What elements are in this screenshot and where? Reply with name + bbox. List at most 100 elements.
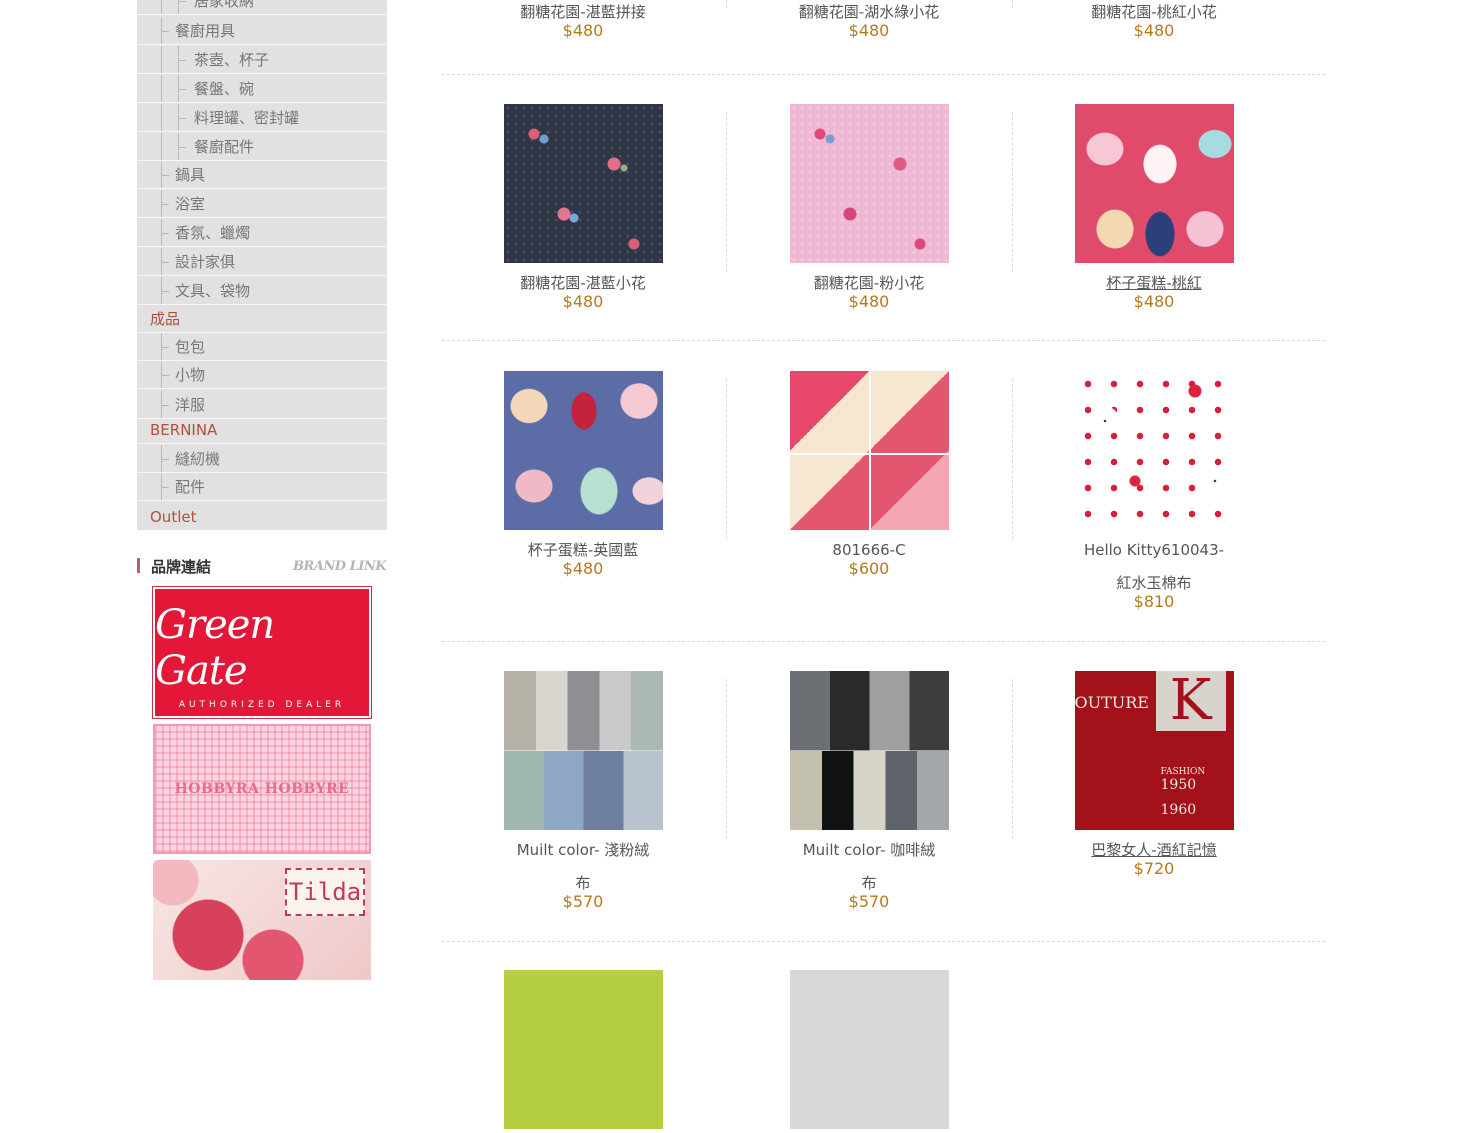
- tilda-logo: Tilda: [285, 868, 365, 916]
- category-item-home-storage[interactable]: 居家收納: [137, 0, 387, 15]
- category-item-clothing[interactable]: 洋服: [137, 391, 387, 419]
- product-image[interactable]: OUTURE K FASHION 1950 1960: [1074, 671, 1234, 830]
- category-label: 文具、袋物: [175, 282, 251, 300]
- category-item-fragrance-candles[interactable]: 香氛、蠟燭: [137, 219, 387, 247]
- category-label: 香氛、蠟燭: [175, 224, 251, 242]
- row-divider: [442, 941, 1325, 942]
- product-card: [463, 970, 703, 1133]
- greengate-banner-link[interactable]: Green Gate AUTHORIZED DEALER: [152, 586, 372, 719]
- image-letter: K: [1155, 671, 1226, 731]
- product-image[interactable]: [789, 104, 949, 263]
- category-item-stationery-bags[interactable]: 文具、袋物: [137, 277, 387, 305]
- category-item-plates-bowls[interactable]: 餐盤、碗: [137, 75, 387, 103]
- category-label: 洋服: [175, 396, 206, 414]
- product-name-line: Muilt color- 咖啡絨: [802, 841, 936, 859]
- image-text: FASHION: [1160, 767, 1206, 777]
- brand-link-heading: 品牌連結 BRAND LINK: [137, 556, 387, 576]
- product-price: $480: [848, 21, 890, 40]
- brand-heading-en: BRAND LINK: [293, 559, 386, 574]
- product-card: 翻糖花園-湛藍拼接 $480: [463, 0, 703, 41]
- category-label: Outlet: [150, 508, 197, 526]
- product-image[interactable]: [789, 371, 949, 530]
- category-item-kitchen-accessories[interactable]: 餐廚配件: [137, 133, 387, 161]
- category-item-finished-goods[interactable]: 成品: [137, 305, 387, 333]
- product-price: $480: [562, 292, 604, 311]
- product-image[interactable]: [1074, 104, 1234, 263]
- category-item-teapots-cups[interactable]: 茶壺、杯子: [137, 46, 387, 74]
- category-label: 小物: [175, 366, 206, 384]
- product-image[interactable]: [503, 970, 663, 1129]
- product-image[interactable]: [789, 970, 949, 1129]
- category-label: 居家收納: [194, 0, 255, 10]
- product-card: 翻糖花園-粉小花 $480: [749, 104, 989, 312]
- category-item-kitchenware[interactable]: 餐廚用具: [137, 17, 387, 45]
- product-image[interactable]: [503, 371, 663, 530]
- hobbyra-banner-link[interactable]: HOBBYRA HOBBYRE: [153, 724, 371, 854]
- product-card: 801666-C $600: [749, 371, 989, 579]
- greengate-logo: Green Gate: [155, 601, 275, 694]
- row-divider: [442, 641, 1325, 642]
- product-price: $570: [562, 892, 604, 911]
- product-card: Muilt color- 淺粉絨 布 $570: [463, 671, 703, 912]
- product-card: 翻糖花園-湖水綠小花 $480: [749, 0, 989, 41]
- category-item-small-goods[interactable]: 小物: [137, 361, 387, 389]
- category-label: 成品: [150, 310, 181, 328]
- product-price: $720: [1133, 859, 1175, 878]
- hobbyra-logo: HOBBYRA HOBBYRE: [174, 781, 350, 797]
- greengate-subtitle: AUTHORIZED DEALER: [178, 699, 346, 710]
- category-item-accessories[interactable]: 配件: [137, 473, 387, 501]
- category-label: 鍋具: [175, 166, 206, 184]
- category-label: 餐廚用具: [175, 22, 236, 40]
- product-price: $480: [1133, 21, 1175, 40]
- product-card: 翻糖花園-湛藍小花 $480: [463, 104, 703, 312]
- product-price: $480: [848, 292, 890, 311]
- row-divider: [442, 74, 1325, 75]
- category-item-outlet[interactable]: Outlet: [137, 503, 387, 531]
- product-card: [749, 970, 989, 1133]
- category-item-jars[interactable]: 料理罐、密封罐: [137, 104, 387, 132]
- row-divider: [442, 340, 1325, 341]
- category-label: BERNINA: [150, 421, 218, 439]
- category-label: 料理罐、密封罐: [194, 109, 300, 127]
- product-name-line: Muilt color- 淺粉絨: [516, 841, 650, 859]
- category-item-sewing-machines[interactable]: 縫紉機: [137, 445, 387, 473]
- product-price: $480: [562, 559, 604, 578]
- product-price: $570: [848, 892, 890, 911]
- product-name-link[interactable]: Hello Kitty610043- 紅水玉棉布: [1034, 534, 1274, 600]
- brand-heading-text: 品牌連結: [151, 558, 212, 576]
- product-image[interactable]: [789, 671, 949, 830]
- category-item-bags[interactable]: 包包: [137, 333, 387, 361]
- category-label: 茶壺、杯子: [194, 51, 270, 69]
- category-label: 縫紉機: [175, 450, 221, 468]
- product-price: $810: [1133, 592, 1175, 611]
- product-card: OUTURE K FASHION 1950 1960 巴黎女人-酒紅記憶 $72…: [1034, 671, 1274, 879]
- product-image[interactable]: [503, 671, 663, 830]
- category-label: 配件: [175, 478, 206, 496]
- product-name-line: Hello Kitty610043-: [1083, 541, 1225, 559]
- tilda-banner-link[interactable]: Tilda: [153, 860, 371, 980]
- product-card: 翻糖花園-桃紅小花 $480: [1034, 0, 1274, 41]
- category-item-design-furniture[interactable]: 設計家俱: [137, 248, 387, 276]
- product-name-link[interactable]: Muilt color- 咖啡絨 布: [749, 834, 989, 900]
- category-item-bathroom[interactable]: 浴室: [137, 190, 387, 218]
- product-price: $480: [562, 21, 604, 40]
- product-price: $480: [1133, 292, 1175, 311]
- product-card: 杯子蛋糕-英國藍 $480: [463, 371, 703, 579]
- product-image[interactable]: [1074, 371, 1234, 530]
- image-text: 1950: [1160, 777, 1197, 793]
- product-name-link[interactable]: Muilt color- 淺粉絨 布: [463, 834, 703, 900]
- product-card: 杯子蛋糕-桃紅 $480: [1034, 104, 1274, 312]
- product-image[interactable]: [503, 104, 663, 263]
- image-text: OUTURE: [1074, 693, 1149, 712]
- product-card: Hello Kitty610043- 紅水玉棉布 $810: [1034, 371, 1274, 612]
- category-item-bernina[interactable]: BERNINA: [137, 416, 387, 444]
- heading-bar: [137, 558, 140, 573]
- category-label: 包包: [175, 338, 206, 356]
- product-price: $600: [848, 559, 890, 578]
- category-label: 浴室: [175, 195, 206, 213]
- category-menu: 居家收納 餐廚用具 茶壺、杯子 餐盤、碗 料理罐、密封罐 餐廚配件 鍋具 浴室 …: [137, 0, 387, 530]
- image-text: 1960: [1160, 802, 1197, 818]
- category-label: 餐廚配件: [194, 138, 255, 156]
- category-item-pots[interactable]: 鍋具: [137, 161, 387, 189]
- sidebar: 居家收納 餐廚用具 茶壺、杯子 餐盤、碗 料理罐、密封罐 餐廚配件 鍋具 浴室 …: [137, 0, 387, 980]
